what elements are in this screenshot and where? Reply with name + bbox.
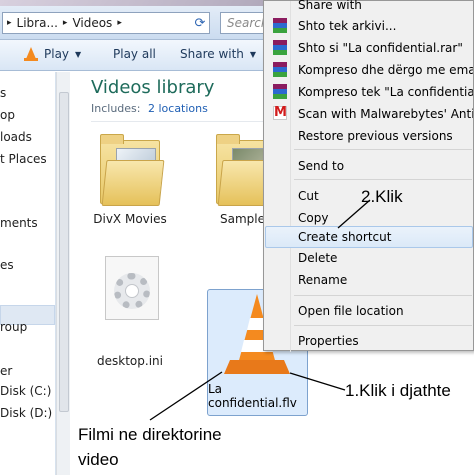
share-with-button[interactable]: Share with ▼ <box>180 47 256 61</box>
menu-separator <box>294 295 472 296</box>
nav-item[interactable]: loads <box>0 130 32 144</box>
scroll-thumb[interactable] <box>59 92 69 412</box>
folder-divx-movies[interactable]: DivX Movies <box>80 130 180 230</box>
file-desktop-ini[interactable]: desktop.ini <box>80 250 180 368</box>
menu-item-create-shortcut[interactable]: Create shortcut <box>265 226 473 248</box>
file-label: desktop.ini <box>97 354 163 368</box>
file-label: La confidential.flv <box>208 382 297 410</box>
share-with-label: Share with <box>180 47 244 61</box>
chevron-down-icon: ▼ <box>75 49 82 59</box>
menu-item-properties[interactable]: Properties <box>265 330 473 352</box>
nav-item[interactable]: roup <box>0 320 27 334</box>
annotation-note-line-1: Filmi ne direktorine <box>78 425 222 444</box>
annotation-step-2: 2.Klik <box>361 187 403 206</box>
menu-item-compress-email[interactable]: Kompreso dhe dërgo me email... <box>265 59 473 81</box>
menu-item-restore-versions[interactable]: Restore previous versions <box>265 125 473 147</box>
breadcrumb-item[interactable]: Videos <box>72 16 112 30</box>
navigation-pane: s op loads t Places ments es roup er Dis… <box>0 72 56 475</box>
folder-icon <box>100 134 165 206</box>
breadcrumb-arrow-icon: ▸ <box>62 18 68 28</box>
library-includes: Includes: 2 locations <box>91 102 208 115</box>
address-field[interactable]: ▸ Libra... ▸ Videos ▸ <box>2 12 210 34</box>
nav-item[interactable]: es <box>0 258 14 272</box>
malwarebytes-icon: M <box>273 105 287 120</box>
winrar-icon <box>273 84 287 99</box>
play-label: Play <box>44 47 70 61</box>
vlc-icon <box>24 47 38 61</box>
nav-item[interactable]: t Places <box>0 152 47 166</box>
includes-label: Includes: <box>91 102 141 115</box>
play-all-button[interactable]: Play all <box>113 47 156 61</box>
menu-item-share-with[interactable]: Share with <box>265 0 473 16</box>
settings-file-icon <box>105 256 159 320</box>
menu-item-send-to[interactable]: Send to <box>265 155 473 177</box>
menu-separator <box>294 325 472 326</box>
context-menu: Share with Shto tek arkivi... Shto si "L… <box>263 0 474 352</box>
nav-item[interactable]: Disk (D:) <box>0 406 52 420</box>
menu-item-add-to-archive[interactable]: Shto tek arkivi... <box>265 15 473 37</box>
locations-link[interactable]: 2 locations <box>148 102 208 115</box>
nav-item[interactable]: ments <box>0 216 38 230</box>
file-label: DivX Movies <box>93 212 167 226</box>
nav-item[interactable]: op <box>0 108 15 122</box>
winrar-icon <box>273 18 287 33</box>
breadcrumb-arrow-icon: ▸ <box>117 18 122 28</box>
annotation-step-1: 1.Klik i djathte <box>345 381 451 400</box>
breadcrumb-arrow-icon: ▸ <box>7 18 12 28</box>
menu-item-rename[interactable]: Rename <box>265 269 473 291</box>
nav-item[interactable]: s <box>0 86 6 100</box>
play-button[interactable]: Play ▼ <box>24 47 81 61</box>
winrar-icon <box>273 40 287 55</box>
folder-sample[interactable]: Sample <box>210 130 281 230</box>
menu-item-malwarebytes-scan[interactable]: M Scan with Malwarebytes' Anti-Malware <box>265 103 473 125</box>
menu-separator <box>294 179 472 180</box>
menu-item-delete[interactable]: Delete <box>265 247 473 269</box>
refresh-icon[interactable]: ⟳ <box>189 12 211 34</box>
nav-item[interactable]: er <box>0 364 12 378</box>
chevron-down-icon: ▼ <box>249 49 257 59</box>
library-title: Videos library <box>91 77 215 98</box>
winrar-icon <box>273 62 287 77</box>
nav-scrollbar[interactable] <box>56 72 70 475</box>
menu-item-open-file-location[interactable]: Open file location <box>265 300 473 322</box>
menu-item-compress-to-rar[interactable]: Kompreso tek "La confidential.rar" <box>265 81 473 103</box>
menu-item-add-as-rar[interactable]: Shto si "La confidential.rar" <box>265 37 473 59</box>
annotation-note-line-2: video <box>78 450 119 469</box>
breadcrumb-item[interactable]: Libra... <box>17 16 58 30</box>
menu-separator <box>294 149 472 150</box>
nav-item[interactable]: Disk (C:) <box>0 384 51 398</box>
